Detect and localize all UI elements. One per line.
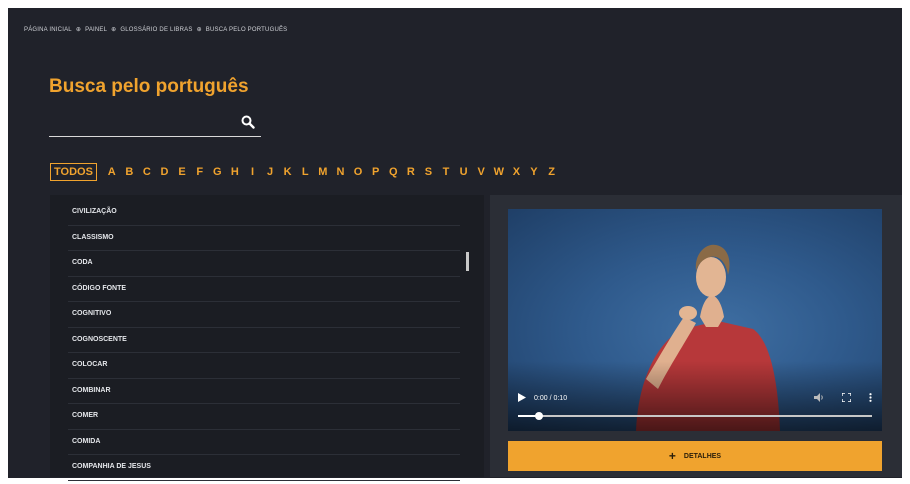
list-item[interactable]: COMPANHIA DE JESUS — [68, 455, 460, 481]
letter-filter-i[interactable]: I — [244, 166, 262, 178]
letter-filter-p[interactable]: P — [367, 166, 385, 178]
search-icon[interactable] — [241, 115, 255, 134]
letter-filter-g[interactable]: G — [208, 166, 226, 178]
letter-filter-r[interactable]: R — [402, 166, 420, 178]
list-item[interactable]: CLASSISMO — [68, 226, 460, 251]
search-box — [49, 112, 261, 137]
letter-filter-a[interactable]: A — [103, 166, 121, 178]
letter-filter-u[interactable]: U — [455, 166, 473, 178]
list-item[interactable]: CODA — [68, 251, 460, 277]
details-button[interactable]: + DETALHES — [508, 441, 882, 471]
breadcrumb: PÁGINA INICIAL ⊕ PAINEL ⊕ GLOSSÁRIO DE L… — [24, 26, 288, 34]
details-button-label: DETALHES — [683, 452, 722, 460]
letter-filter-y[interactable]: Y — [525, 166, 543, 178]
letter-filter-q[interactable]: Q — [384, 166, 402, 178]
search-input[interactable] — [49, 112, 233, 136]
letter-filter-w[interactable]: W — [490, 166, 508, 178]
video-time: 0:00 / 0:10 — [534, 394, 568, 402]
letter-filter-j[interactable]: J — [261, 166, 279, 178]
letter-filter-n[interactable]: N — [332, 166, 350, 178]
list-item[interactable]: COGNITIVO — [68, 302, 460, 328]
play-icon[interactable] — [518, 392, 526, 404]
letter-filter-s[interactable]: S — [420, 166, 438, 178]
word-list-panel: CIVILIZAÇÃO CLASSISMO CODA CÓDIGO FONTE … — [50, 195, 484, 481]
page-title: Busca pelo português — [49, 76, 249, 97]
list-item[interactable]: COMER — [68, 404, 460, 430]
letter-filter-m[interactable]: M — [314, 166, 332, 178]
letter-filter-f[interactable]: F — [191, 166, 209, 178]
list-item[interactable]: COMIDA — [68, 430, 460, 455]
letter-filter-x[interactable]: X — [508, 166, 526, 178]
video-controls-right — [814, 391, 872, 404]
breadcrumb-item-glossary[interactable]: GLOSSÁRIO DE LIBRAS — [120, 27, 192, 33]
list-item[interactable]: CÓDIGO FONTE — [68, 277, 460, 302]
breadcrumb-item-home[interactable]: PÁGINA INICIAL — [24, 27, 72, 33]
letter-filter-z[interactable]: Z — [543, 166, 561, 178]
word-list: CIVILIZAÇÃO CLASSISMO CODA CÓDIGO FONTE … — [68, 200, 460, 481]
video-panel: 0:00 / 0:10 + DETALHES — [490, 195, 902, 477]
list-item[interactable]: CIVILIZAÇÃO — [68, 200, 460, 226]
letter-filter-t[interactable]: T — [437, 166, 455, 178]
breadcrumb-separator: ⊕ — [196, 27, 202, 33]
list-item[interactable]: COMBINAR — [68, 379, 460, 404]
letter-filter-v[interactable]: V — [472, 166, 490, 178]
plus-icon: + — [668, 449, 676, 463]
list-item[interactable]: COLOCAR — [68, 353, 460, 379]
more-vertical-icon[interactable] — [869, 392, 872, 404]
video-controls: 0:00 / 0:10 — [518, 391, 872, 405]
breadcrumb-item-current: BUSCA PELO PORTUGUÊS — [205, 26, 288, 33]
letter-filter-k[interactable]: K — [279, 166, 297, 178]
filter-all-button[interactable]: TODOS — [50, 163, 97, 181]
fullscreen-icon[interactable] — [841, 391, 852, 404]
volume-icon[interactable] — [814, 392, 824, 404]
list-scrollbar[interactable] — [466, 252, 469, 271]
breadcrumb-item-panel[interactable]: PAINEL — [85, 27, 107, 33]
breadcrumb-separator: ⊕ — [111, 27, 117, 33]
alphabet-filter: TODOS A B C D E F G H I J K L M N O P Q … — [50, 163, 560, 181]
letter-filter-d[interactable]: D — [156, 166, 174, 178]
letter-filter-o[interactable]: O — [349, 166, 367, 178]
video-progress-bar[interactable] — [518, 412, 872, 420]
letter-filter-c[interactable]: C — [138, 166, 156, 178]
letter-filter-h[interactable]: H — [226, 166, 244, 178]
list-item[interactable]: COGNOSCENTE — [68, 328, 460, 353]
letter-filter-e[interactable]: E — [173, 166, 191, 178]
page-frame: PÁGINA INICIAL ⊕ PAINEL ⊕ GLOSSÁRIO DE L… — [8, 8, 902, 481]
breadcrumb-separator: ⊕ — [75, 27, 82, 33]
letter-filter-l[interactable]: L — [296, 166, 314, 178]
letter-filter-b[interactable]: B — [121, 166, 139, 178]
video-player[interactable]: 0:00 / 0:10 — [508, 209, 882, 431]
